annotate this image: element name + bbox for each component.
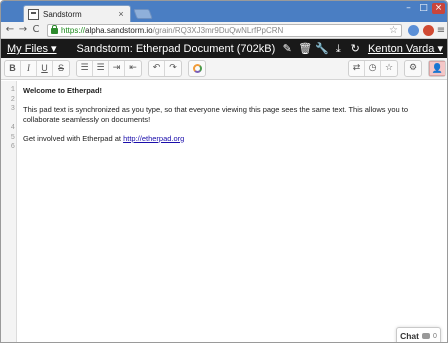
underline-button[interactable]: U — [37, 61, 53, 76]
download-icon[interactable]: ⤓ — [332, 42, 344, 55]
line-number: 1 — [10, 86, 15, 94]
grain-title: Sandstorm: Etherpad Document (702kB) — [76, 42, 276, 55]
pad-blank-line — [23, 124, 433, 134]
line-number: 6 — [10, 143, 15, 151]
redo-icon[interactable]: ↷ — [165, 61, 181, 76]
pad-editor[interactable]: 1 2 3 4 5 6 Welcome to Etherpad! This pa… — [1, 81, 447, 342]
star-icon[interactable]: ☆ — [381, 61, 397, 76]
line-number: 5 — [10, 133, 15, 142]
extension-icon[interactable] — [408, 24, 419, 36]
lock-icon — [51, 25, 58, 34]
window-controls: – □ × — [402, 3, 445, 14]
extension-red-icon[interactable] — [423, 24, 434, 36]
sandstorm-topbar: My Files ▾ Sandstorm: Etherpad Document … — [1, 39, 447, 58]
involved-text: Get involved with Etherpad at — [23, 133, 124, 143]
users-group: 👤 — [428, 60, 446, 77]
user-icon[interactable]: 👤 — [429, 61, 445, 76]
unordered-list-icon[interactable]: ☰ — [93, 61, 109, 76]
tab-title: Sandstorm — [43, 9, 82, 19]
user-menu[interactable]: Kenton Varda ▾ — [368, 42, 443, 55]
settings-gear-icon[interactable]: ⚙ — [405, 61, 421, 76]
line-number: 4 — [10, 124, 15, 132]
back-arrow-icon[interactable]: ← — [4, 23, 16, 37]
grain-actions: ✎ 🗑 🔧 ⤓ ↻ — [281, 42, 361, 55]
chat-button[interactable]: Chat 0 — [396, 327, 441, 342]
clear-authorship-button[interactable] — [189, 61, 205, 76]
undo-icon[interactable]: ↶ — [149, 61, 165, 76]
italic-button[interactable]: I — [21, 61, 37, 76]
window-close-icon[interactable]: × — [432, 3, 445, 14]
chrome-menu-icon[interactable]: ≡ — [436, 25, 446, 36]
url-host: alpha.sandstorm.io — [85, 25, 153, 35]
new-tab-button[interactable] — [133, 9, 153, 19]
pad-blank-line — [23, 96, 433, 106]
right-tools-group: ⇄ ◷ ☆ — [348, 60, 398, 77]
edit-icon[interactable]: ✎ — [281, 42, 293, 55]
pad-blank-line — [23, 143, 433, 153]
line-number: 3 — [10, 105, 15, 113]
restart-icon[interactable]: ↻ — [349, 42, 361, 55]
pad-involved-line: Get involved with Etherpad at http://eth… — [23, 134, 433, 144]
bold-button[interactable]: B — [5, 61, 21, 76]
etherpad-toolbar: B I U S ☰ ☰ ⇥ ⇤ ↶ ↷ ⇄ ◷ ☆ ⚙ 👤 — [1, 58, 447, 80]
sandstorm-favicon-icon — [28, 8, 39, 20]
line-number-gutter: 1 2 3 4 5 6 — [1, 81, 17, 342]
maximize-icon[interactable]: □ — [417, 3, 430, 14]
format-group: B I U S — [4, 60, 70, 77]
chat-count: 0 — [432, 332, 437, 340]
minimize-icon[interactable]: – — [402, 3, 415, 14]
timeslider-icon[interactable]: ◷ — [365, 61, 381, 76]
chat-bubble-icon — [421, 333, 430, 339]
authorship-colors-icon — [192, 64, 202, 73]
address-bar[interactable]: https://alpha.sandstorm.io/grain/RQ3XJ3m… — [47, 23, 402, 37]
reload-icon[interactable]: C — [30, 23, 42, 37]
color-group — [188, 60, 206, 77]
line-number: 2 — [10, 95, 15, 104]
tab-strip: Sandstorm × – □ × — [1, 1, 447, 22]
pad-content[interactable]: Welcome to Etherpad! This pad text is sy… — [23, 86, 433, 153]
etherpad-link[interactable]: http://etherpad.org — [123, 134, 184, 143]
url-path: /grain/RQ3XJ3mr9DuQwNLrfPpCRN — [152, 25, 284, 35]
browser-window: Sandstorm × – □ × ← → C https://alpha.sa… — [0, 0, 448, 343]
browser-tab[interactable]: Sandstorm × — [23, 5, 131, 22]
browser-toolbar: ← → C https://alpha.sandstorm.io/grain/R… — [1, 22, 447, 39]
list-group: ☰ ☰ ⇥ ⇤ — [76, 60, 142, 77]
tab-close-icon[interactable]: × — [116, 9, 126, 19]
import-export-icon[interactable]: ⇄ — [349, 61, 365, 76]
ordered-list-icon[interactable]: ☰ — [77, 61, 93, 76]
bookmark-star-icon[interactable]: ☆ — [389, 25, 398, 36]
strikethrough-button[interactable]: S — [53, 61, 69, 76]
indent-icon[interactable]: ⇥ — [109, 61, 125, 76]
settings-group: ⚙ — [404, 60, 422, 77]
chat-label: Chat — [400, 331, 419, 341]
history-group: ↶ ↷ — [148, 60, 182, 77]
pad-paragraph: This pad text is synchronized as you typ… — [23, 105, 409, 124]
forward-arrow-icon[interactable]: → — [17, 23, 29, 37]
wrench-icon[interactable]: 🔧 — [315, 42, 329, 55]
url-scheme: https:// — [61, 25, 86, 35]
pad-title-line: Welcome to Etherpad! — [23, 86, 103, 95]
url-text: https://alpha.sandstorm.io/grain/RQ3XJ3m… — [61, 26, 283, 35]
my-files-menu[interactable]: My Files ▾ — [7, 42, 57, 55]
outdent-icon[interactable]: ⇤ — [125, 61, 141, 76]
trash-icon[interactable]: 🗑 — [298, 42, 312, 55]
